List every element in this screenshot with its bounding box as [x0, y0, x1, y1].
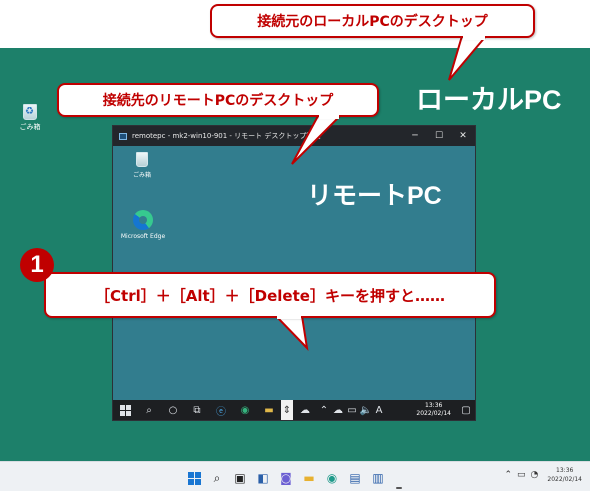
callout-tail-covers [277, 34, 485, 319]
screenshot-canvas: ごみ箱 ローカルPC remotepc - mk2-win10-901 - リモ… [0, 0, 590, 491]
